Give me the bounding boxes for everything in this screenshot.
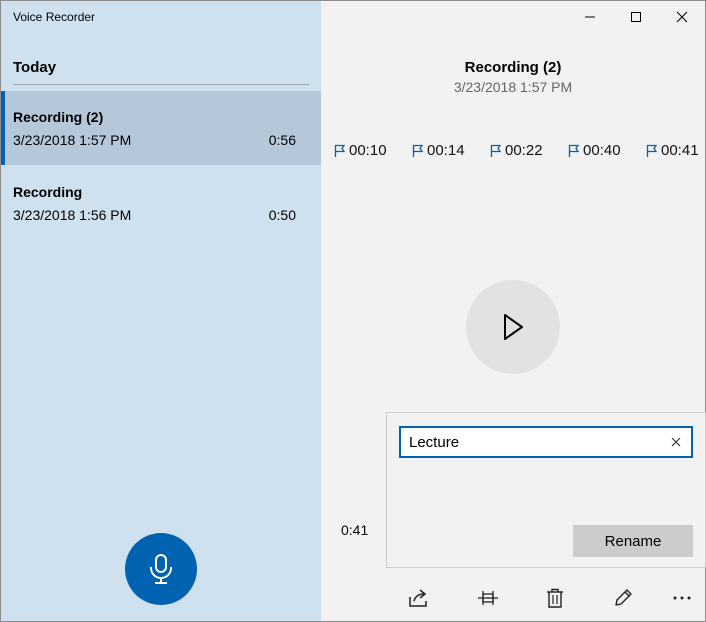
more-button[interactable] <box>664 581 700 615</box>
flag-icon <box>490 144 502 157</box>
clear-icon <box>671 437 681 447</box>
recording-list-item[interactable]: Recording 3/23/2018 1:56 PM 0:50 <box>1 166 321 240</box>
marker-item[interactable]: 00:40 <box>568 142 621 159</box>
section-header-today: Today <box>13 59 57 76</box>
app-title: Voice Recorder <box>13 10 96 24</box>
rename-flyout: Rename <box>386 412 706 568</box>
flag-icon <box>412 144 424 157</box>
marker-time: 00:40 <box>583 142 621 159</box>
recording-date: 3/23/2018 1:57 PM <box>13 132 132 148</box>
close-icon <box>676 11 688 23</box>
marker-item[interactable]: 00:14 <box>412 142 465 159</box>
close-button[interactable] <box>659 1 705 33</box>
window-controls <box>567 1 705 33</box>
minimize-icon <box>585 16 595 18</box>
recording-name: Recording (2) <box>13 109 104 125</box>
share-icon <box>409 589 427 607</box>
rename-input-box <box>399 426 693 458</box>
record-button[interactable] <box>125 533 197 605</box>
marker-time: 00:22 <box>505 142 543 159</box>
marker-item[interactable]: 00:10 <box>334 142 387 159</box>
marker-time: 00:14 <box>427 142 465 159</box>
trim-icon <box>478 591 498 605</box>
playback-time-label: 0:41 <box>341 522 369 538</box>
share-button[interactable] <box>401 581 437 615</box>
recording-date: 3/23/2018 1:56 PM <box>13 207 132 223</box>
recording-duration: 0:50 <box>268 207 296 223</box>
flag-icon <box>568 144 580 157</box>
marker-time: 00:41 <box>661 142 699 159</box>
recording-duration: 0:56 <box>268 132 296 148</box>
detail-recording-date: 3/23/2018 1:57 PM <box>453 79 573 95</box>
flag-icon <box>646 144 658 157</box>
recording-name: Recording <box>13 184 83 200</box>
selection-indicator <box>1 91 5 165</box>
delete-button[interactable] <box>537 581 573 615</box>
marker-item[interactable]: 00:41 <box>646 142 699 159</box>
marker-time: 00:10 <box>349 142 387 159</box>
rename-input[interactable] <box>401 428 661 456</box>
rename-edit-button[interactable] <box>605 581 641 615</box>
clear-input-button[interactable] <box>661 428 691 456</box>
more-icon <box>673 596 691 600</box>
trim-button[interactable] <box>470 581 506 615</box>
voice-recorder-window: Voice Recorder Today Recording (2) 3/23/… <box>1 1 706 621</box>
rename-button[interactable]: Rename <box>573 525 693 557</box>
marker-item[interactable]: 00:22 <box>490 142 543 159</box>
section-divider <box>13 84 309 85</box>
play-icon <box>504 314 523 340</box>
minimize-button[interactable] <box>567 1 613 33</box>
maximize-icon <box>631 12 641 22</box>
rename-icon <box>615 589 632 606</box>
recording-list-item[interactable]: Recording (2) 3/23/2018 1:57 PM 0:56 <box>1 91 321 165</box>
microphone-icon <box>150 554 172 584</box>
delete-icon <box>547 588 563 608</box>
recordings-pane: Voice Recorder Today Recording (2) 3/23/… <box>1 1 321 621</box>
maximize-button[interactable] <box>613 1 659 33</box>
play-button[interactable] <box>466 280 560 374</box>
flag-icon <box>334 144 346 157</box>
detail-recording-title: Recording (2) <box>464 59 562 76</box>
